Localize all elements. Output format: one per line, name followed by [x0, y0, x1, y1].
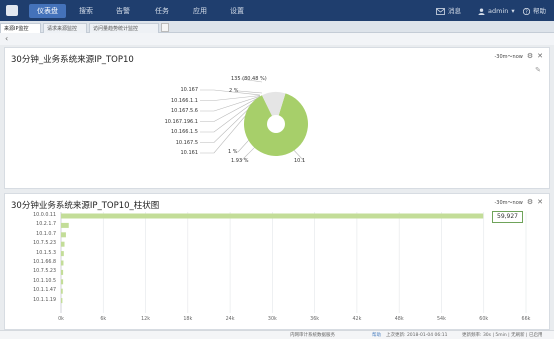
status-bar: 内网审计系统数据服务 帮助 上次更新: 2018-01-04 06:11 更新频… [0, 330, 554, 339]
status-refresh[interactable]: 更新频率: 30s | 5min | 无刷新 | 已启用 [462, 332, 543, 338]
bar-category-label: 10.1.1.47 [33, 288, 56, 294]
bar[interactable] [61, 269, 64, 275]
bar-category-label: 10.2.1.7 [36, 222, 56, 228]
bar[interactable] [61, 222, 69, 228]
x-tick-label: 54k [437, 317, 446, 322]
bar-category-label: 10.0.0.11 [33, 213, 56, 218]
bar[interactable] [61, 260, 64, 266]
x-tick-label: 42k [352, 317, 362, 322]
bar-category-label: 10.1.0.7 [36, 231, 56, 237]
x-tick-label: 60k [479, 317, 489, 322]
bar-value-tooltip: 59,927 [492, 211, 523, 223]
bar-category-label: 10.7.5.23 [33, 269, 56, 275]
x-tick-label: 18k [183, 317, 193, 322]
x-tick-label: 24k [225, 317, 235, 322]
bar[interactable] [61, 288, 63, 294]
bar-chart [60, 212, 527, 313]
bar-grid [60, 212, 527, 313]
bar-category-label: 10.1.10.5 [33, 278, 56, 284]
bar[interactable] [61, 213, 484, 219]
x-tick-label: 36k [310, 317, 320, 322]
x-tick-label: 6k [100, 317, 107, 322]
bar[interactable] [61, 232, 66, 238]
bar[interactable] [61, 241, 65, 247]
bar[interactable] [61, 298, 63, 304]
bar-category-label: 10.1.5.3 [36, 250, 56, 256]
x-tick-label: 66k [521, 317, 531, 322]
bar-category-label: 10.1.1.19 [33, 297, 56, 303]
status-last-update: 上次更新: 2018-01-04 06:11 [386, 333, 448, 338]
bar[interactable] [61, 279, 64, 285]
bar-category-label: 10.7.5.23 [33, 241, 56, 247]
x-tick-label: 0k [58, 317, 64, 322]
bar[interactable] [61, 251, 64, 257]
x-tick-label: 12k [141, 317, 150, 322]
status-help-link[interactable]: 帮助 [372, 332, 381, 338]
status-source: 内网审计系统数据服务 [290, 333, 335, 338]
bar-category-label: 10.1.66.8 [33, 260, 56, 265]
x-tick-label: 30k [267, 317, 277, 322]
x-tick-label: 48k [394, 317, 404, 322]
